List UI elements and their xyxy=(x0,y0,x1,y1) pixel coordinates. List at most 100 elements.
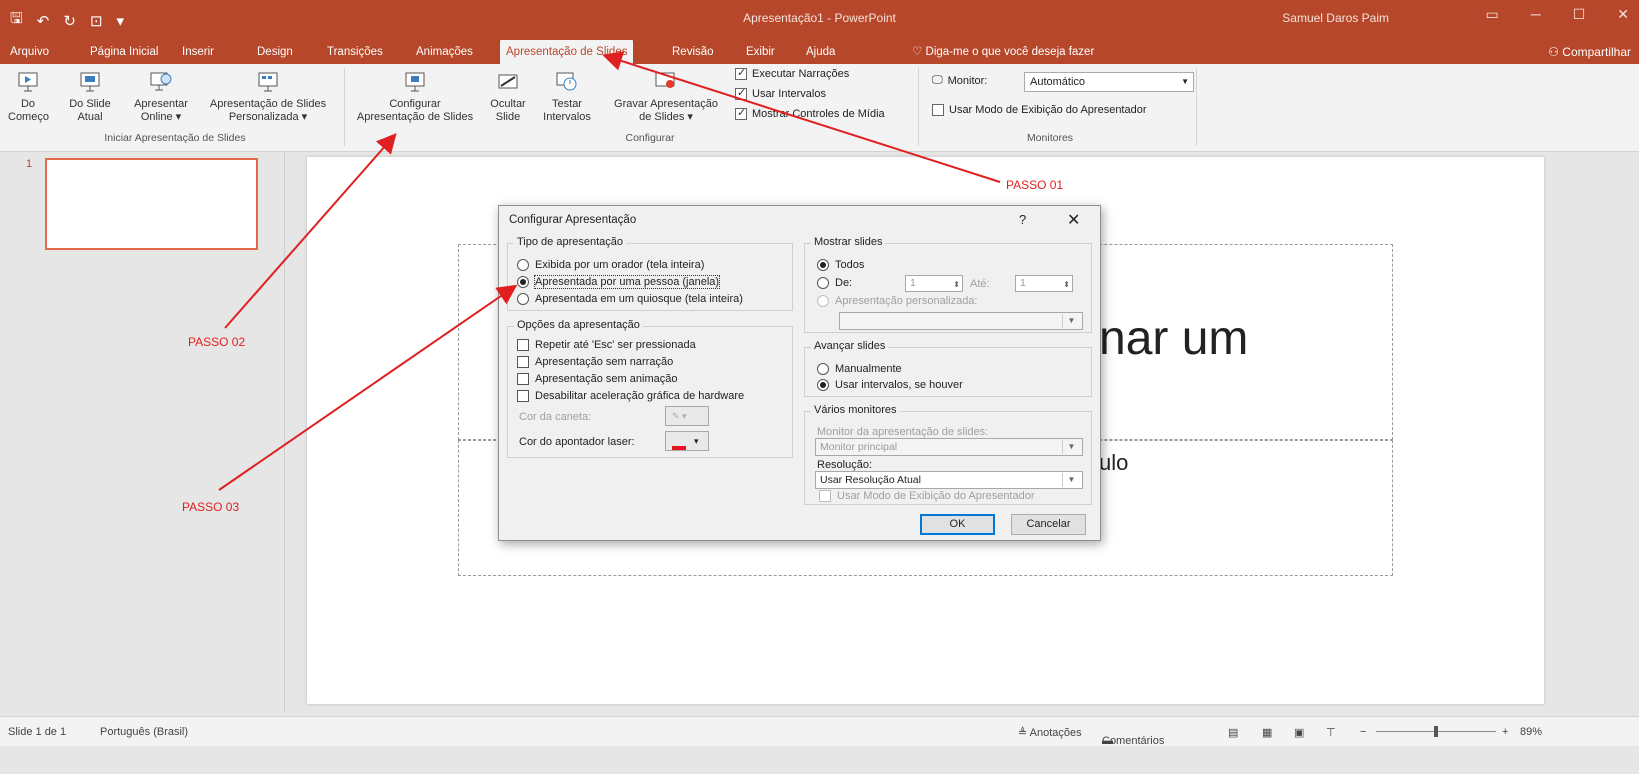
dialog-presenter-view-checkbox[interactable]: Usar Modo de Exibição do Apresentador xyxy=(819,490,1035,502)
radio-manual[interactable]: Manualmente xyxy=(817,363,902,375)
cancel-button[interactable]: Cancelar xyxy=(1011,514,1086,535)
tab-apresentacao-de-slides[interactable]: Apresentação de Slides xyxy=(500,40,634,64)
record-icon xyxy=(655,72,675,88)
custom-show-select[interactable]: ▼ xyxy=(839,312,1083,330)
minimize-icon[interactable]: ─ xyxy=(1531,6,1541,23)
slideshow-view-icon[interactable]: ⊤ xyxy=(1326,726,1336,739)
slide-thumbnail[interactable] xyxy=(45,158,258,250)
zoom-out-icon[interactable]: − xyxy=(1360,726,1366,738)
use-timings-checkbox[interactable]: Usar Intervalos xyxy=(735,86,826,100)
tab-transicoes[interactable]: Transições xyxy=(321,40,389,64)
ribbon-separator xyxy=(1196,68,1197,146)
no-narration-checkbox[interactable]: Apresentação sem narração xyxy=(517,356,673,368)
pen-color-button[interactable]: ✎ ▾ xyxy=(665,406,709,426)
tab-ajuda[interactable]: Ajuda xyxy=(800,40,841,64)
reading-view-icon[interactable]: ▣ xyxy=(1294,726,1304,739)
presenter-view-checkbox[interactable]: Usar Modo de Exibição do Apresentador xyxy=(932,104,1147,116)
resolution-select[interactable]: Usar Resolução Atual ▼ xyxy=(815,471,1083,489)
tab-arquivo[interactable]: Arquivo xyxy=(4,40,55,64)
slideshow-monitor-label: Monitor da apresentação de slides: xyxy=(817,426,989,438)
configure-slideshow-button[interactable]: Configurar Apresentação de Slides xyxy=(350,70,480,124)
radio-custom-show[interactable]: Apresentação personalizada: xyxy=(817,295,977,307)
chevron-down-icon: ▼ xyxy=(1062,440,1080,454)
rehearse-timings-button[interactable]: Testar Intervalos xyxy=(540,70,594,124)
tell-me-search[interactable]: ♡ Diga-me o que você deseja fazer xyxy=(912,40,1094,64)
slideshow-current-icon xyxy=(80,72,100,92)
chevron-down-icon: ▼ xyxy=(1062,473,1080,487)
checkbox-box xyxy=(517,373,529,385)
hide-slide-button[interactable]: Ocultar Slide xyxy=(484,70,532,124)
custom-slideshow-icon xyxy=(258,72,278,92)
ok-button[interactable]: OK xyxy=(920,514,995,535)
no-animation-checkbox[interactable]: Apresentação sem animação xyxy=(517,373,677,385)
slide-subtitle-text: ulo xyxy=(1099,450,1129,475)
loop-checkbox[interactable]: Repetir até 'Esc' ser pressionada xyxy=(517,339,696,351)
tab-revisao[interactable]: Revisão xyxy=(666,40,720,64)
zoom-in-icon[interactable]: + xyxy=(1502,726,1508,738)
radio-from-slides[interactable]: De: xyxy=(817,277,852,289)
tab-design[interactable]: Design xyxy=(251,40,299,64)
person-icon: ⚇ xyxy=(1548,45,1559,59)
window-bottom xyxy=(0,746,1639,774)
from-slide-input[interactable]: 1 ⬍ xyxy=(905,275,963,292)
ribbon: Do Começo Do Slide Atual Apresentar Onli… xyxy=(0,64,1639,152)
disable-hw-accel-checkbox[interactable]: Desabilitar aceleração gráfica de hardwa… xyxy=(517,390,744,402)
slideshow-monitor-select[interactable]: Monitor principal ▼ xyxy=(815,438,1083,456)
group-legend: Tipo de apresentação xyxy=(514,236,626,248)
radio-circle xyxy=(517,259,529,271)
play-narrations-checkbox[interactable]: Executar Narrações xyxy=(735,66,849,80)
language-indicator[interactable]: Português (Brasil) xyxy=(100,726,188,738)
checkbox-box xyxy=(735,86,747,100)
record-slideshow-button[interactable]: Gravar Apresentação de Slides ▾ xyxy=(604,70,728,124)
share-button[interactable]: ⚇ Compartilhar xyxy=(1548,40,1631,64)
help-button[interactable]: ? xyxy=(1019,212,1026,227)
present-online-button[interactable]: Apresentar Online ▾ xyxy=(126,70,196,124)
checkbox-box xyxy=(932,104,944,116)
to-label: Até: xyxy=(970,278,990,290)
chevron-down-icon: ▼ xyxy=(1062,314,1080,328)
zoom-slider-thumb[interactable] xyxy=(1434,726,1438,737)
setup-slideshow-icon xyxy=(405,72,425,92)
share-label: Compartilhar xyxy=(1562,45,1631,59)
slide-counter: Slide 1 de 1 xyxy=(8,726,67,738)
tab-exibir[interactable]: Exibir xyxy=(740,40,781,64)
group-legend: Vários monitores xyxy=(811,404,900,416)
pen-icon: ✎ xyxy=(672,411,680,421)
tab-inserir[interactable]: Inserir xyxy=(176,40,220,64)
radio-circle xyxy=(517,276,529,288)
monitor-icon: 🖵 xyxy=(932,74,943,86)
radio-speaker[interactable]: Exibida por um orador (tela inteira) xyxy=(517,259,704,271)
checkbox-box xyxy=(819,490,831,502)
radio-kiosk[interactable]: Apresentada em um quiosque (tela inteira… xyxy=(517,293,743,305)
from-beginning-button[interactable]: Do Começo xyxy=(8,70,49,124)
tab-animacoes[interactable]: Animações xyxy=(410,40,479,64)
tell-me-label: Diga-me o que você deseja fazer xyxy=(925,46,1095,58)
user-name[interactable]: Samuel Daros Paim xyxy=(1282,11,1389,25)
close-icon[interactable]: ✕ xyxy=(1067,210,1080,230)
laser-color-swatch xyxy=(672,446,686,450)
close-window-icon[interactable]: ✕ xyxy=(1617,6,1629,23)
maximize-icon[interactable]: ☐ xyxy=(1573,6,1586,23)
radio-all-slides[interactable]: Todos xyxy=(817,259,864,271)
radio-use-timings[interactable]: Usar intervalos, se houver xyxy=(817,379,963,391)
tab-pagina-inicial[interactable]: Página Inicial xyxy=(84,40,164,64)
from-current-slide-button[interactable]: Do Slide Atual xyxy=(62,70,118,124)
dialog-title: Configurar Apresentação xyxy=(509,214,637,226)
ribbon-display-icon[interactable]: ▭ xyxy=(1486,6,1499,23)
laser-color-button[interactable]: ▾ xyxy=(665,431,709,451)
to-slide-input[interactable]: 1 ⬍ xyxy=(1015,275,1073,292)
show-media-controls-checkbox[interactable]: Mostrar Controles de Mídia xyxy=(735,106,885,120)
zoom-level[interactable]: 89% xyxy=(1520,726,1542,738)
custom-slideshow-button[interactable]: Apresentação de Slides Personalizada ▾ xyxy=(200,70,336,124)
group-label-setup: Configurar xyxy=(625,132,675,144)
chevron-down-icon: ▼ xyxy=(1181,77,1189,86)
annotation-passo-02: PASSO 02 xyxy=(188,335,246,349)
slide-sorter-icon[interactable]: ▦ xyxy=(1262,726,1272,739)
radio-circle xyxy=(517,293,529,305)
radio-individual[interactable]: Apresentada por uma pessoa (janela) xyxy=(517,275,721,289)
normal-view-icon[interactable]: ▤ xyxy=(1228,726,1238,739)
monitor-select[interactable]: Automático ▼ xyxy=(1024,72,1194,92)
group-label-monitors: Monitores xyxy=(1026,132,1074,144)
notes-button[interactable]: ≜ Anotações xyxy=(1018,726,1082,739)
hide-slide-icon xyxy=(498,74,518,89)
